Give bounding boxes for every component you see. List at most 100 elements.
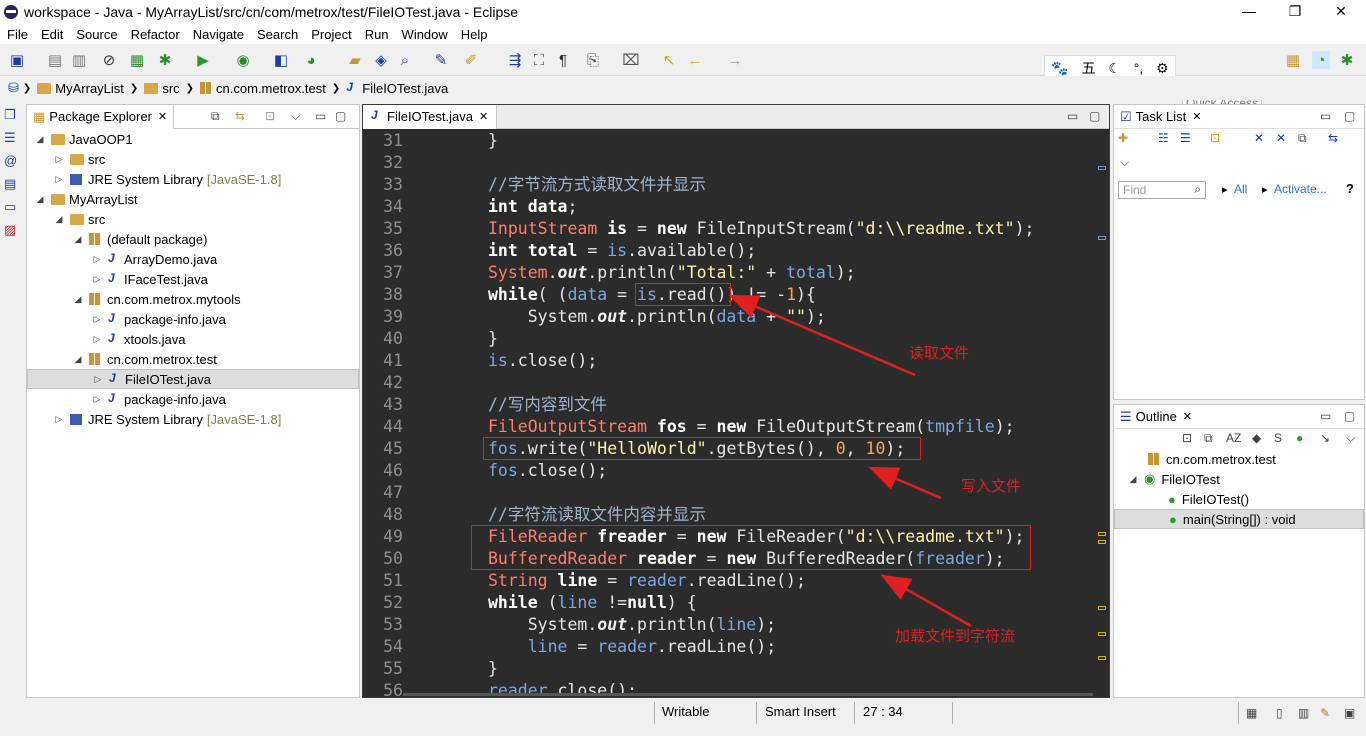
focus-icon[interactable]: ⊡ [1182, 431, 1192, 445]
new-icon[interactable]: ▣ [8, 51, 26, 69]
back-icon[interactable]: ← [686, 51, 704, 69]
new-java-project-icon[interactable]: ◧ [272, 51, 290, 69]
code-area[interactable]: 31 32 33 34 35 36 37 38 39 40 41 42 43 44 45 46 47 48 49 50… [363, 130, 1109, 696]
link-editor-icon[interactable]: ⇆ [235, 109, 245, 123]
collapse-all-icon[interactable]: ⧉ [211, 109, 220, 124]
breadcrumb-src[interactable]: src [144, 81, 180, 96]
close-window-button[interactable]: ✕ [1318, 0, 1364, 24]
menu-window[interactable]: Window [395, 27, 454, 42]
expand-toggle-icon[interactable]: ◢ [73, 354, 83, 365]
expand-toggle-icon[interactable]: ▷ [92, 254, 102, 265]
maximize-icon[interactable]: ▢ [1089, 109, 1100, 123]
minimize-icon[interactable]: ▭ [1320, 409, 1331, 423]
menu-navigate[interactable]: Navigate [186, 27, 250, 42]
ime-punct-icon[interactable]: °, [1134, 60, 1144, 76]
hide-fields-icon[interactable]: ◆ [1252, 431, 1261, 445]
hide-completed-icon[interactable]: ✕ [1254, 131, 1264, 145]
pin-editor-icon[interactable]: ⌧ [622, 51, 640, 69]
expand-toggle-icon[interactable]: ▷ [92, 274, 102, 285]
expand-toggle-icon[interactable]: ◢ [35, 194, 45, 205]
show-whitespace-icon[interactable]: ¶ [554, 51, 572, 69]
expand-toggle-icon[interactable]: ▷ [92, 334, 102, 345]
tree-item[interactable]: ◢ JavaOOP1 [27, 129, 359, 149]
collapse-all-icon[interactable]: ⧉ [1298, 131, 1307, 146]
view-menu-icon[interactable]: ⌵ [291, 109, 300, 124]
restore-icon[interactable]: ❐ [4, 107, 20, 123]
breadcrumb-project[interactable]: MyArrayList [37, 81, 124, 96]
pen-icon[interactable]: ✎ [1320, 706, 1330, 720]
expand-toggle-icon[interactable]: ◢ [73, 234, 83, 245]
tab-task-list[interactable]: ☑ Task List ✕ [1114, 105, 1207, 129]
breadcrumb-package[interactable]: cn.com.metrox.test [200, 81, 326, 96]
console-icon[interactable]: ▭ [4, 199, 20, 215]
expand-toggle-icon[interactable]: ▷ [93, 374, 103, 385]
tree-item[interactable]: ▷ JRE System Library [JavaSE-1.8] [27, 169, 359, 189]
search-icon[interactable]: ⌕ [396, 51, 414, 69]
tree-item[interactable]: ◢ src [27, 209, 359, 229]
expand-toggle-icon[interactable]: ◢ [1128, 474, 1138, 485]
maximize-icon[interactable]: ▢ [1344, 409, 1355, 423]
tab-fileiotest[interactable]: FileIOTest.java ✕ [363, 104, 498, 129]
hide-static-icon[interactable]: S [1274, 431, 1282, 445]
book-icon[interactable]: ▯ [1276, 706, 1283, 720]
close-icon[interactable]: ✕ [1192, 110, 1201, 123]
forward-icon[interactable]: → [726, 51, 744, 69]
last-edit-icon[interactable]: ⎘ [584, 51, 602, 69]
tree-item[interactable]: ▷ xtools.java [27, 329, 359, 349]
ime-moon-icon[interactable]: ☾ [1108, 60, 1121, 77]
tree-item[interactable]: ◢ MyArrayList [27, 189, 359, 209]
minimize-icon[interactable]: ▭ [1320, 109, 1331, 123]
find-tasks-input[interactable]: Find ⌕ [1118, 181, 1206, 199]
expand-toggle-icon[interactable]: ◢ [35, 134, 45, 145]
ime-settings-icon[interactable]: ⚙ [1156, 60, 1169, 77]
open-perspective-icon[interactable]: ▦ [1284, 51, 1302, 69]
tab-package-explorer[interactable]: ▦ Package Explorer ✕ [27, 104, 175, 129]
categorized-icon[interactable]: ☷ [1158, 131, 1169, 145]
scheduled-icon[interactable]: ☰ [1180, 131, 1191, 145]
expand-toggle-icon[interactable]: ▷ [54, 174, 64, 185]
tree-item[interactable]: ▷ package-info.java [27, 389, 359, 409]
tab-outline[interactable]: ☰ Outline ✕ [1114, 405, 1198, 429]
skip-breakpoints-icon[interactable]: ⊘ [100, 51, 118, 69]
expand-toggle-icon[interactable]: ▷ [54, 154, 64, 165]
menu-help[interactable]: Help [454, 27, 494, 42]
sort-icon[interactable]: AZ [1226, 431, 1241, 445]
tree-item[interactable]: ◢ cn.com.metrox.test [27, 349, 359, 369]
close-icon[interactable]: ✕ [479, 110, 488, 123]
new-class-icon[interactable]: ◕ [302, 51, 320, 69]
view-menu-icon[interactable]: ⌵ [1346, 431, 1355, 446]
chevron-down-icon[interactable]: ⌵ [1120, 155, 1129, 170]
all-link[interactable]: All [1234, 182, 1247, 196]
hide-nonpublic-icon[interactable]: ● [1296, 431, 1303, 445]
problems-icon[interactable]: ▨ [4, 222, 20, 238]
minimize-icon[interactable]: ▭ [1067, 109, 1078, 123]
highlight-icon[interactable]: ✐ [462, 51, 480, 69]
collapse-all-icon[interactable]: ⧉ [1204, 431, 1213, 446]
maximize-button[interactable]: ❐ [1272, 0, 1318, 24]
tree-item[interactable]: ◢ cn.com.metrox.mytools [27, 289, 359, 309]
breadcrumb-home-icon[interactable]: ⛁ [8, 80, 19, 96]
expand-toggle-icon[interactable]: ◢ [73, 294, 83, 305]
block-select-icon[interactable]: ⛶ [530, 51, 548, 69]
sync-icon[interactable]: ⇆ [1328, 131, 1338, 145]
menu-search[interactable]: Search [250, 27, 304, 42]
new-task-icon[interactable]: ✚ [1118, 131, 1128, 145]
close-icon[interactable]: ✕ [1183, 410, 1192, 423]
tree-item[interactable]: ▷ FileIOTest.java [27, 369, 359, 389]
open-type-icon[interactable]: ▰ [346, 51, 364, 69]
prev-annotation-icon[interactable]: ↖ [660, 51, 678, 69]
tree-item[interactable]: ▷ src [27, 149, 359, 169]
activate-link[interactable]: Activate... [1274, 182, 1327, 196]
run-icon[interactable]: ▶ [194, 51, 212, 69]
toggle-mark-icon[interactable]: ✎ [432, 51, 450, 69]
outline-item[interactable]: cn.com.metrox.test [1114, 449, 1364, 469]
outline-item[interactable]: ● FileIOTest() [1114, 489, 1364, 509]
expand-toggle-icon[interactable]: ▷ [92, 394, 102, 405]
expand-toggle-icon[interactable]: ▷ [54, 414, 64, 425]
taskbar-icon[interactable]: ▦ [1246, 706, 1257, 720]
expand-toggle-icon[interactable]: ◢ [54, 214, 64, 225]
word-wrap-icon[interactable]: ⇶ [506, 51, 524, 69]
menu-run[interactable]: Run [358, 27, 395, 42]
tree-item[interactable]: ▷ ArrayDemo.java [27, 249, 359, 269]
expand-toggle-icon[interactable]: ▷ [92, 314, 102, 325]
